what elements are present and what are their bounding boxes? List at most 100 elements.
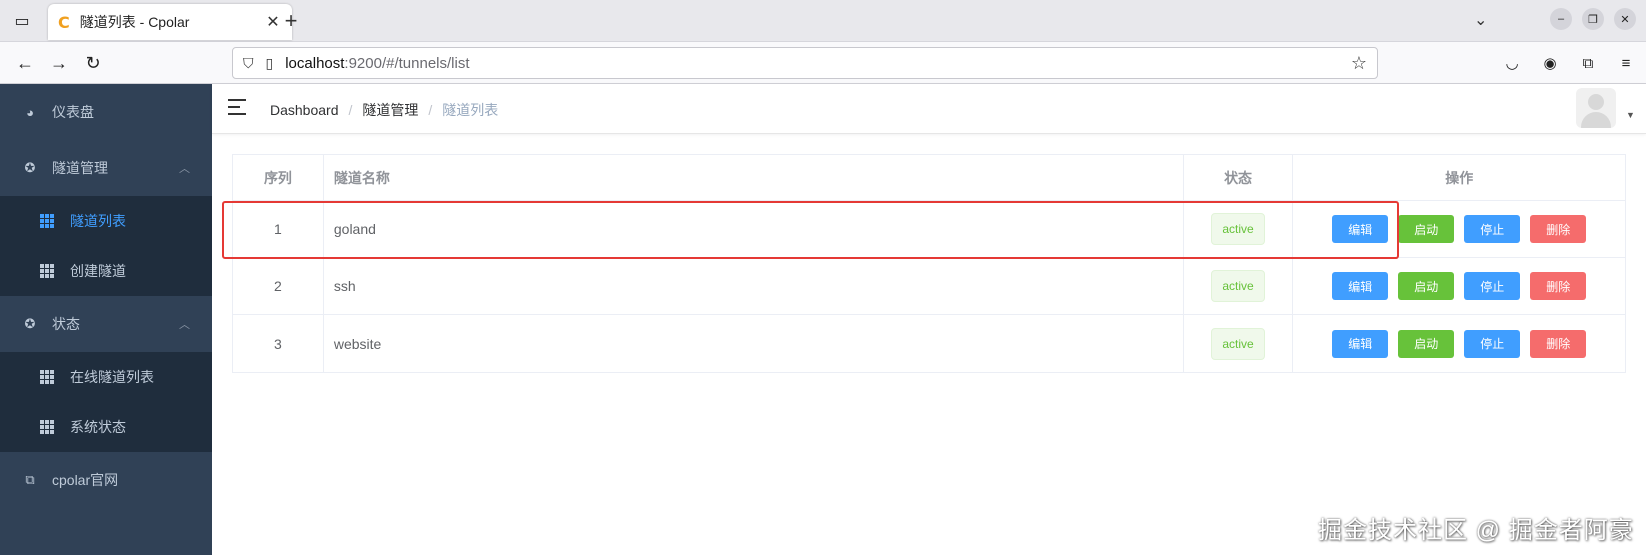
edit-button[interactable]: 编辑 <box>1332 329 1389 358</box>
forward-icon[interactable]: → <box>46 51 72 75</box>
pocket-icon[interactable]: ◡ <box>1500 51 1524 75</box>
menu-icon[interactable]: ≡ <box>1614 51 1638 75</box>
sidebar-item-label: 系统状态 <box>70 419 126 435</box>
caret-down-icon[interactable]: ▼ <box>1626 110 1635 120</box>
tab-overflow-chevron-icon[interactable]: ⌄ <box>1474 10 1487 30</box>
table-icon <box>40 370 54 384</box>
sidebar-item-online-tunnels[interactable]: 在线隧道列表 <box>0 352 212 402</box>
sidebar-item-label: 隧道管理 <box>52 160 108 176</box>
start-button[interactable]: 启动 <box>1398 272 1455 300</box>
avatar-head <box>1588 94 1604 110</box>
delete-button[interactable]: 删除 <box>1530 215 1587 243</box>
avatar-body <box>1581 112 1611 128</box>
sidebar-item-status[interactable]: ✪ 状态 ︿ <box>0 296 212 352</box>
restore-icon[interactable]: ❐ <box>1582 8 1604 30</box>
table-icon <box>40 214 54 228</box>
status-cell: active <box>1184 201 1294 257</box>
table-icon <box>40 420 54 434</box>
window-controls: – ❐ ✕ <box>1550 8 1636 30</box>
dashboard-icon: ◕ <box>26 104 34 120</box>
actions-cell: 编辑 启动 停止 删除 <box>1293 201 1625 257</box>
sidebar-item-tunnel-management[interactable]: ✪ 隧道管理 ︿ <box>0 140 212 196</box>
header-name: 隧道名称 <box>324 155 1184 200</box>
header-status: 状态 <box>1184 155 1294 200</box>
header-index: 序列 <box>233 155 324 200</box>
browser-chrome: ▭ C 隧道列表 - Cpolar ✕ + ⌄ – ❐ ✕ ← → ↻ ⛉ ▯ … <box>0 0 1646 84</box>
edit-button[interactable]: 编辑 <box>1332 272 1389 300</box>
browser-tab[interactable]: C 隧道列表 - Cpolar ✕ <box>48 4 292 40</box>
back-icon[interactable]: ← <box>12 51 38 75</box>
row-index: 3 <box>233 315 324 372</box>
sidebar-item-label: cpolar官网 <box>52 472 119 488</box>
sidebar-item-label: 隧道列表 <box>70 213 126 229</box>
status-badge: active <box>1211 213 1265 245</box>
chevron-up-icon: ︿ <box>179 163 190 175</box>
breadcrumb-separator: / <box>428 102 433 118</box>
stop-button[interactable]: 停止 <box>1464 272 1521 300</box>
page-icon: ▯ <box>265 54 274 71</box>
compass-icon: ✪ <box>24 160 36 175</box>
table-header-row: 序列 隧道名称 状态 操作 <box>233 155 1625 201</box>
sidebar-item-label: 状态 <box>52 316 80 332</box>
status-badge: active <box>1211 327 1265 360</box>
submenu-status: 在线隧道列表 系统状态 <box>0 352 212 452</box>
table-row: 2 ssh active 编辑 启动 停止 删除 <box>233 258 1625 315</box>
url-path: :9200/#/tunnels/list <box>344 54 470 72</box>
url-bar[interactable]: ⛉ ▯ localhost :9200/#/tunnels/list ☆ <box>232 47 1378 79</box>
breadcrumb-dashboard[interactable]: Dashboard <box>270 102 339 118</box>
sidebar-item-create-tunnel[interactable]: 创建隧道 <box>0 246 212 296</box>
main-content: Dashboard / 隧道管理 / 隧道列表 ▼ 序列 隧道名称 状态 操作 … <box>212 84 1646 555</box>
actions-cell: 编辑 启动 停止 删除 <box>1293 315 1625 372</box>
sidebar-item-dashboard[interactable]: ◕ 仪表盘 <box>0 84 212 140</box>
edit-button[interactable]: 编辑 <box>1332 215 1389 243</box>
row-index: 1 <box>233 201 324 257</box>
actions-cell: 编辑 启动 停止 删除 <box>1293 258 1625 314</box>
browser-toolbar: ◡ ◉ ⧉ ≡ <box>1500 51 1638 75</box>
watermark: 掘金技术社区 @ 掘金者阿豪 <box>1318 517 1634 544</box>
sidebar-item-cpolar-website[interactable]: ⧉ cpolar官网 <box>0 452 212 508</box>
delete-button[interactable]: 删除 <box>1530 329 1587 358</box>
delete-button[interactable]: 删除 <box>1530 272 1587 300</box>
url-host: localhost <box>285 54 345 72</box>
row-name: ssh <box>324 258 1184 314</box>
row-name: goland <box>324 201 1184 257</box>
status-cell: active <box>1184 258 1294 314</box>
breadcrumb: Dashboard / 隧道管理 / 隧道列表 <box>270 100 498 120</box>
external-link-icon: ⧉ <box>25 472 35 487</box>
avatar[interactable] <box>1576 88 1616 128</box>
extensions-icon[interactable]: ⧉ <box>1576 51 1600 75</box>
close-window-icon[interactable]: ✕ <box>1614 8 1636 30</box>
compass-icon: ✪ <box>24 316 36 331</box>
row-name: website <box>324 315 1184 372</box>
tab-title: 隧道列表 - Cpolar <box>79 14 190 30</box>
minimize-icon[interactable]: – <box>1550 8 1572 30</box>
hamburger-icon[interactable] <box>228 99 246 115</box>
navbar: Dashboard / 隧道管理 / 隧道列表 ▼ <box>212 84 1646 134</box>
status-badge: active <box>1211 270 1265 302</box>
sidebar-item-label: 在线隧道列表 <box>70 369 154 385</box>
stop-button[interactable]: 停止 <box>1464 329 1521 358</box>
sidebar-item-label: 仪表盘 <box>52 104 94 120</box>
start-button[interactable]: 启动 <box>1398 215 1455 243</box>
account-icon[interactable]: ◉ <box>1538 51 1562 75</box>
row-index: 2 <box>233 258 324 314</box>
table-icon <box>40 264 54 278</box>
table-row: 1 goland active 编辑 启动 停止 删除 <box>233 201 1625 258</box>
sidebar-item-tunnel-list[interactable]: 隧道列表 <box>0 196 212 246</box>
new-tab-icon[interactable]: + <box>278 8 304 34</box>
tab-bar: ▭ C 隧道列表 - Cpolar ✕ + ⌄ – ❐ ✕ <box>0 0 1646 42</box>
sidebar: ◕ 仪表盘 ✪ 隧道管理 ︿ 隧道列表 创建隧道 ✪ 状态 ︿ 在线隧道列表 系… <box>0 84 212 555</box>
status-cell: active <box>1184 315 1294 372</box>
start-button[interactable]: 启动 <box>1398 329 1455 358</box>
breadcrumb-tunnel-management[interactable]: 隧道管理 <box>362 100 418 120</box>
shield-icon[interactable]: ⛉ <box>243 55 254 72</box>
reload-icon[interactable]: ↻ <box>80 51 106 75</box>
header-actions: 操作 <box>1445 169 1474 186</box>
cpolar-favicon-icon: C <box>58 12 70 32</box>
chevron-up-icon: ︿ <box>179 319 190 331</box>
bookmark-star-icon[interactable]: ☆ <box>1351 53 1367 74</box>
sidebar-item-system-status[interactable]: 系统状态 <box>0 402 212 452</box>
sidebar-item-label: 创建隧道 <box>70 263 126 279</box>
tab-list-icon[interactable]: ▭ <box>8 8 36 34</box>
stop-button[interactable]: 停止 <box>1464 215 1521 243</box>
